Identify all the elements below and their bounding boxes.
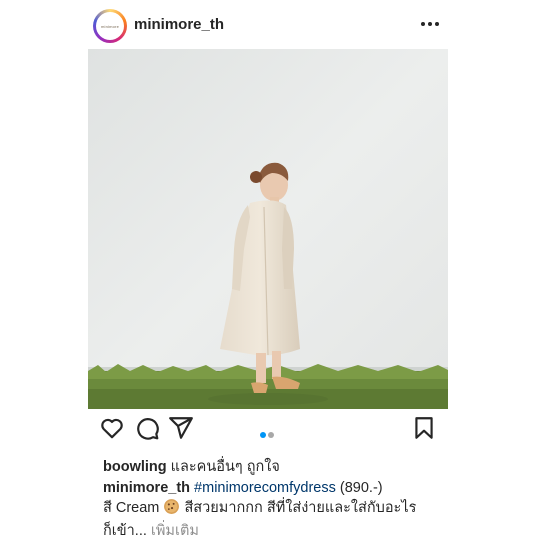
more-horizontal-icon[interactable] [418,14,442,34]
bookmark-icon[interactable] [411,415,437,441]
caption-line-3: ก็เข้า... เพิ่มเติม [103,521,448,541]
carousel-indicator [259,426,283,438]
post-image[interactable] [88,49,448,409]
avatar[interactable]: minimore [93,9,127,43]
liked-by-user[interactable]: boowling [103,459,167,475]
heart-icon[interactable] [99,415,125,441]
post-actions [0,415,537,445]
caption-text: สีสวยมากกก สีที่ใส่ง่ายและใส่กับอะไร [184,500,417,516]
share-icon[interactable] [168,415,194,441]
caption-hashtag[interactable]: #minimorecomfydress [194,480,336,496]
caption-color: สี Cream [103,500,160,516]
likes-line: boowling และคนอื่นๆ ถูกใจ [103,455,280,478]
avatar-logo: minimore [96,12,124,40]
post-username[interactable]: minimore_th [134,16,224,33]
likes-text[interactable]: และคนอื่นๆ ถูกใจ [171,459,280,475]
comment-icon[interactable] [134,415,160,441]
cookie-emoji-icon [163,498,180,521]
post-caption: minimore_th #minimorecomfydress (890.-) … [103,478,448,541]
carousel-dot-active [260,432,266,438]
caption-line-1: minimore_th #minimorecomfydress (890.-) [103,478,448,498]
post-header: minimore minimore_th [0,0,537,50]
caption-price: (890.-) [339,480,383,496]
carousel-dot [268,432,274,438]
caption-line-2: สี Cream สีสวยมากกก สีที่ใส่ง่ายและใส่กั… [103,498,448,521]
caption-username[interactable]: minimore_th [103,480,190,496]
